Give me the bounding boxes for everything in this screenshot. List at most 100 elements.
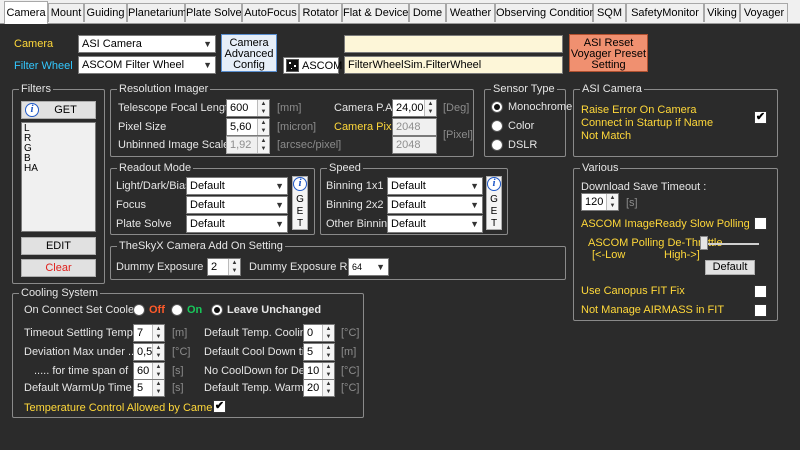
speed-bin1-select[interactable]: Default ▼ [387,177,483,195]
sensor-monochrome-label: Monochrome [508,101,573,113]
readout-light-select[interactable]: Default ▼ [186,177,288,195]
spinner-arrows-icon[interactable]: ▲ ▼ [322,325,334,341]
speed-other-select[interactable]: Default ▼ [387,215,483,233]
camera-advanced-config-button[interactable]: Camera Advanced Config [221,34,277,72]
ascom-button[interactable]: ASCOM [283,57,342,74]
spinner-arrows-icon[interactable]: ▲ ▼ [606,194,618,210]
time-span-input[interactable]: 60 ▲ ▼ [133,362,165,380]
speed-get-letter: E [490,206,498,217]
speed-bin2-select[interactable]: Default ▼ [387,196,483,214]
spinner-arrows-icon[interactable]: ▲ ▼ [152,363,164,379]
tab-planetarium[interactable]: Planetarium [127,3,187,22]
time-span-value: 60 [137,365,150,377]
tab-flat-device[interactable]: Flat & Device [342,3,409,22]
camera-pa-input[interactable]: 24,00 ▲ ▼ [392,99,437,117]
tab-safetymonitor[interactable]: SafetyMonitor [626,3,704,22]
tab-mount[interactable]: Mount [48,3,84,22]
focal-length-value: 600 [230,102,249,114]
cooler-off-radio[interactable] [133,304,145,316]
asi-reset-preset-button[interactable]: ASI Reset Voyager Preset Setting [569,34,648,72]
tab-guiding[interactable]: Guiding [84,3,127,22]
speed-get-letter: G [490,194,498,205]
polling-slider-thumb[interactable] [700,236,708,250]
readout-focus-select[interactable]: Default ▼ [186,196,288,214]
polling-default-button[interactable]: Default [705,260,755,275]
settling-timeout-input[interactable]: 7 ▲ ▼ [133,324,165,342]
spinner-arrows-icon[interactable]: ▲ ▼ [322,363,334,379]
resolution-imager-title: Resolution Imager [117,82,211,96]
no-cooldown-delta-input[interactable]: 10 ▲ ▼ [303,362,335,380]
deviation-max-input[interactable]: 0,5 ▲ ▼ [133,343,165,361]
polling-slider-track[interactable] [703,243,759,245]
dummy-bin-input[interactable]: 2 ▲ ▼ [207,258,241,276]
cool-down-time-input[interactable]: 5 ▲ ▼ [303,343,335,361]
tab-bar: Camera Mount Guiding Planetarium Plate S… [0,0,800,24]
temp-cooling-value: 0 [307,327,314,339]
spinner-arrows-icon[interactable]: ▲ ▼ [228,259,240,275]
spinner-arrows-icon[interactable]: ▲ ▼ [152,344,164,360]
cooler-leave-radio[interactable] [211,304,223,316]
spinner-arrows-icon[interactable]: ▲ ▼ [257,119,269,135]
filter-wheel-select[interactable]: ASCOM Filter Wheel ▼ [78,56,216,74]
pixel-size-value: 5,60 [230,121,252,133]
tab-weather[interactable]: Weather [446,3,495,22]
spinner-arrows-icon[interactable]: ▲ ▼ [152,380,164,396]
speed-get-button[interactable]: i G E T [486,176,502,230]
temp-cooling-input[interactable]: 0 ▲ ▼ [303,324,335,342]
spinner-arrows-icon[interactable]: ▲ ▼ [424,100,436,116]
cooler-on-radio[interactable] [171,304,183,316]
filter-wheel-label: Filter Wheel [14,60,73,72]
tab-plate-solve[interactable]: Plate Solve [185,3,242,22]
temp-warmup-input[interactable]: 20 ▲ ▼ [303,379,335,397]
temp-cooling-unit: [°C] [341,327,360,339]
download-timeout-value: 120 [585,196,604,208]
chevron-down-icon: ▼ [275,200,284,210]
sensor-color-radio[interactable] [491,120,503,132]
readout-get-button[interactable]: i G E T [292,176,308,230]
camera-pixel-height: 2048 [392,136,437,154]
spinner-arrows-icon[interactable]: ▲ ▼ [152,325,164,341]
list-item[interactable]: HA [24,164,93,174]
list-item[interactable]: G [24,144,93,154]
canopus-fix-checkbox[interactable] [754,285,767,298]
camera-pixel-width: 2048 [392,118,437,136]
airmass-checkbox[interactable] [754,304,767,317]
dummy-roi-select[interactable]: 64 ▼ [348,258,389,276]
camera-select[interactable]: ASI Camera ▼ [78,35,216,53]
tab-voyager[interactable]: Voyager [740,3,788,22]
filters-clear-button[interactable]: Clear [21,259,96,277]
filters-get-button[interactable]: i GET [21,101,96,119]
raise-error-checkbox[interactable]: ✔ [754,111,767,124]
filter-wheel-driver-field[interactable]: FilterWheelSim.FilterWheel [344,56,563,74]
temp-control-checkbox[interactable]: ✔ [213,400,226,413]
spinner-arrows-icon[interactable]: ▲ ▼ [322,344,334,360]
readout-platesolve-select[interactable]: Default ▼ [186,215,288,233]
list-item[interactable]: L [24,124,93,134]
camera-pa-unit: [Deg] [443,102,470,114]
image-scale-label: Unbinned Image Scale [118,139,230,151]
tab-sqm[interactable]: SQM [593,3,626,22]
warmup-time-unit: [s] [172,382,184,394]
imageready-checkbox[interactable] [754,217,767,230]
tab-camera[interactable]: Camera [4,1,48,24]
tab-autofocus[interactable]: AutoFocus [242,3,299,22]
pixel-size-input[interactable]: 5,60 ▲ ▼ [226,118,270,136]
spinner-arrows-icon[interactable]: ▲ ▼ [322,380,334,396]
tab-viking[interactable]: Viking [704,3,740,22]
sensor-monochrome-radio[interactable] [491,101,503,113]
filters-edit-button[interactable]: EDIT [21,237,96,255]
filters-list[interactable]: L R G B HA [21,122,96,232]
download-timeout-input[interactable]: 120 ▲ ▼ [581,193,619,211]
list-item[interactable]: R [24,134,93,144]
tab-observing-conditions[interactable]: Observing Conditions [495,3,601,22]
spinner-arrows-icon[interactable]: ▲ ▼ [257,100,269,116]
chevron-down-icon: ▼ [275,181,284,191]
camera-driver-field[interactable] [344,35,563,53]
tab-dome[interactable]: Dome [409,3,446,22]
focal-length-input[interactable]: 600 ▲ ▼ [226,99,270,117]
settling-timeout-label: Timeout Settling Temp. [24,327,136,339]
sensor-dslr-radio[interactable] [491,139,503,151]
warmup-time-label: Default WarmUp Time [24,382,132,394]
warmup-time-input[interactable]: 5 ▲ ▼ [133,379,165,397]
tab-rotator[interactable]: Rotator [299,3,342,22]
